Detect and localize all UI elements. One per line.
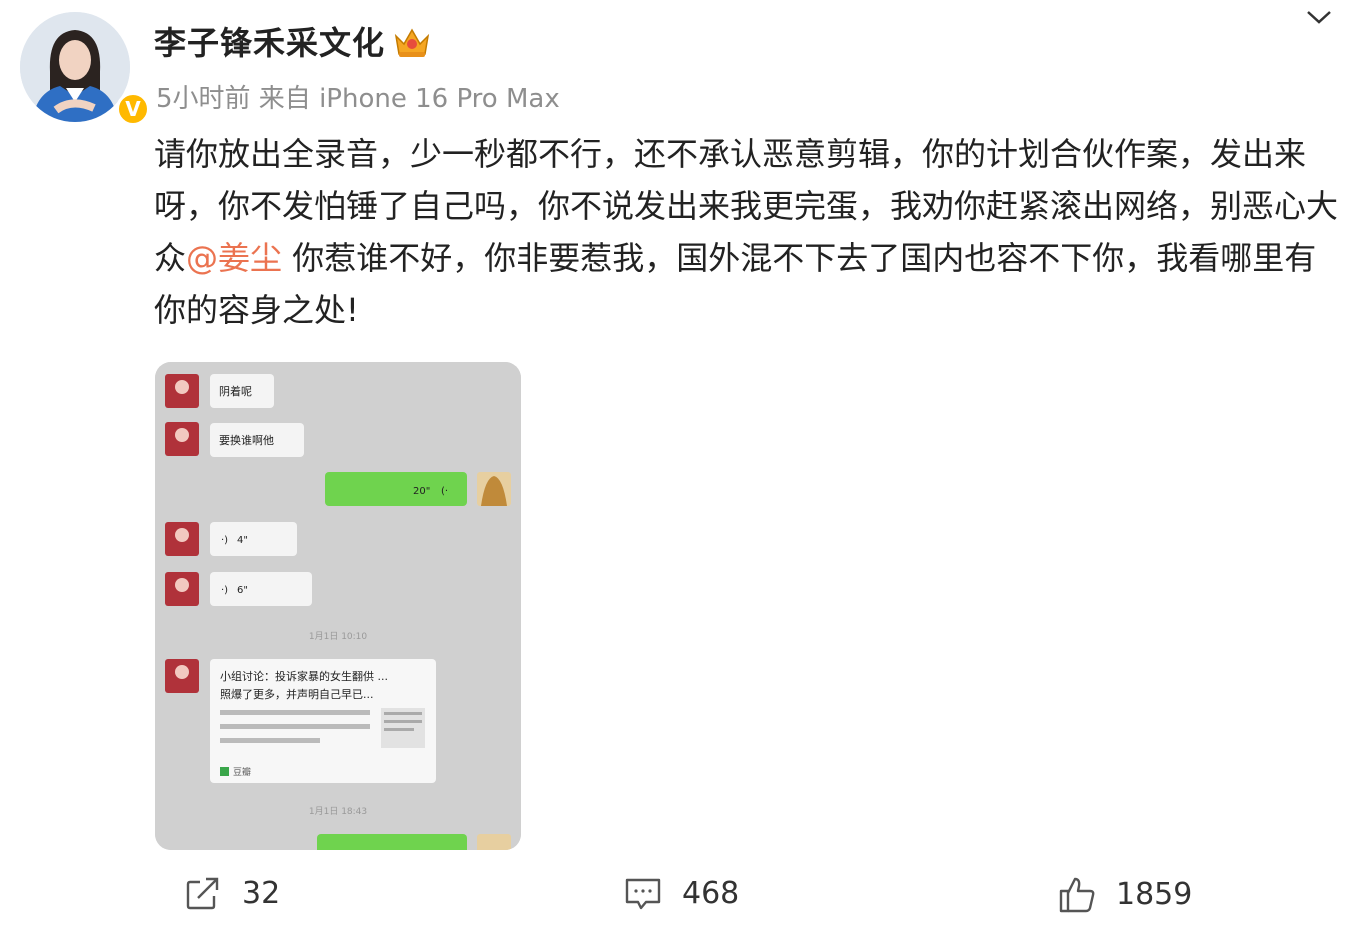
chat-avatar: [165, 374, 199, 408]
svg-text:·): ·): [221, 535, 228, 546]
comment-count: 468: [682, 875, 740, 911]
avatar[interactable]: V: [20, 12, 150, 126]
chat-msg1: 阴着呢: [219, 384, 252, 398]
verified-icon: V: [116, 92, 150, 126]
crown-icon: [394, 28, 430, 57]
chat-voice-in1: 4": [237, 535, 248, 546]
repost-icon: [186, 877, 219, 910]
repost-button[interactable]: 32: [184, 874, 280, 912]
chevron-down-icon[interactable]: [1304, 6, 1334, 28]
chat-voice-out: 20": [413, 486, 430, 497]
chat-avatar: [165, 422, 199, 456]
chat-avatar: [165, 522, 199, 556]
chat-avatar: [165, 572, 199, 606]
avatar-image: [20, 12, 130, 122]
chat-time1: 1月1日 10:10: [309, 631, 368, 642]
repost-count: 32: [242, 875, 281, 911]
chat-card-line2: 照爆了更多，并声明自己早已...: [220, 687, 374, 701]
thumbs-up-icon: [1059, 877, 1095, 913]
like-count: 1859: [1116, 876, 1193, 912]
chat-avatar-self: [477, 472, 511, 506]
comment-icon: [625, 878, 661, 910]
post-text: 请你放出全录音，少一秒都不行，还不承认恶意剪辑，你的计划合伙作案，发出来呀，你不…: [154, 128, 1344, 336]
action-bar: 32 468 1859: [0, 874, 1354, 918]
post-image-chat-screenshot[interactable]: 阴着呢 要换谁啊他 20" (· ·) 4" ·) 6" 1月1日 10:10 …: [155, 362, 521, 850]
mention-link[interactable]: @姜尘: [186, 239, 282, 277]
chat-avatar: [165, 659, 199, 693]
post-meta: 5小时前 来自 iPhone 16 Pro Max: [156, 84, 560, 114]
like-button[interactable]: 1859: [1058, 874, 1192, 914]
svg-text:·): ·): [221, 585, 228, 596]
chat-card-title: 小组讨论：投诉家暴的女生翻供 ...: [220, 669, 388, 683]
chat-card-source: 豆瓣: [233, 767, 251, 778]
comment-button[interactable]: 468: [624, 874, 739, 912]
svg-text:(·: (·: [441, 486, 448, 497]
chat-time2: 1月1日 18:43: [309, 806, 367, 817]
author-name[interactable]: 李子锋禾采文化: [154, 18, 385, 64]
chat-msg2: 要换谁啊他: [219, 433, 274, 447]
post-text-part2: 你惹谁不好，你非要惹我，国外混不下去了国内也容不下你，我看哪里有你的容身之处!: [154, 239, 1317, 329]
chat-voice-in2: 6": [237, 585, 248, 596]
